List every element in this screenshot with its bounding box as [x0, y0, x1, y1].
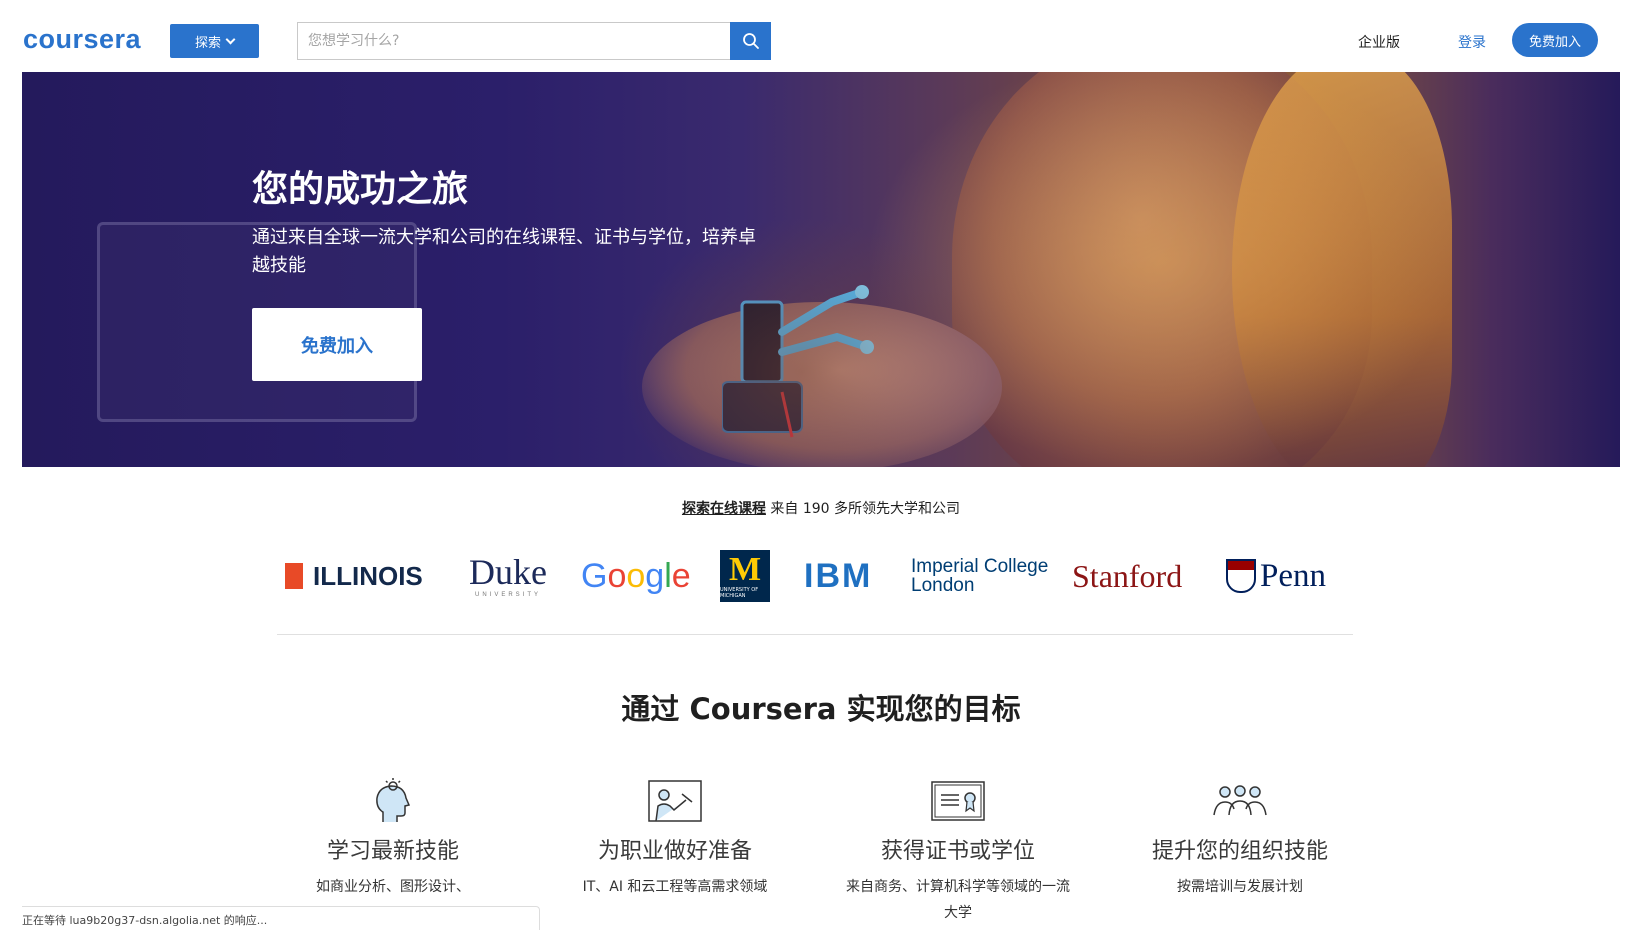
michigan-logo[interactable]: M UNIVERSITY OF MICHIGAN — [720, 548, 770, 604]
explore-courses-link[interactable]: 探索在线课程 — [682, 501, 766, 517]
search-input[interactable] — [297, 22, 730, 60]
ibm-logo[interactable]: IBM — [804, 548, 872, 604]
stanford-logo[interactable]: Stanford — [1072, 548, 1182, 604]
people-group-icon — [1213, 785, 1267, 816]
join-free-button[interactable]: 免费加入 — [1512, 23, 1598, 57]
hero-subtitle: 通过来自全球一流大学和公司的在线课程、证书与学位，培养卓越技能 — [252, 227, 756, 276]
whiteboard-presenter-icon — [648, 780, 702, 822]
goal-description: 如商业分析、图形设计、 — [316, 879, 470, 895]
google-logo[interactable]: Google — [581, 548, 691, 604]
goal-description: IT、AI 和云工程等高需求领域 — [582, 879, 768, 895]
goal-title: 为职业做好准备 — [597, 839, 752, 864]
duke-logo-text: Duke — [469, 552, 547, 592]
section-divider — [277, 634, 1353, 635]
hero-join-free-button[interactable]: 免费加入 — [252, 308, 422, 381]
illinois-block-i-icon — [285, 563, 303, 589]
goal-card-learn-skills[interactable]: 学习最新技能 如商业分析、图形设计、 — [278, 776, 508, 900]
viewport-bottom-edge — [0, 930, 1642, 942]
explore-label: 探索 — [194, 35, 221, 51]
goals-section-title: 通过 Coursera 实现您的目标 — [621, 692, 1021, 726]
search-bar — [297, 22, 771, 60]
explore-button[interactable]: 探索 — [170, 24, 259, 58]
top-navigation-bar: coursera 探索 企业版 登录 免费加入 — [0, 0, 1642, 72]
penn-logo-text: Penn — [1260, 557, 1326, 594]
goal-card-career-ready[interactable]: 为职业做好准备 IT、AI 和云工程等高需求领域 — [560, 776, 790, 900]
goal-card-organization[interactable]: 提升您的组织技能 按需培训与发展计划 — [1125, 776, 1355, 900]
michigan-logo-m: M — [728, 551, 762, 588]
goal-title: 获得证书或学位 — [880, 839, 1035, 864]
ibm-logo-text: IBM — [804, 556, 873, 595]
goal-card-certificate[interactable]: 获得证书或学位 来自商务、计算机科学等领域的一流大学 — [843, 776, 1073, 926]
hero-title: 您的成功之旅 — [252, 169, 469, 210]
hero-banner: 您的成功之旅 通过来自全球一流大学和公司的在线课程、证书与学位，培养卓越技能 免… — [22, 72, 1620, 467]
goal-description: 来自商务、计算机科学等领域的一流大学 — [846, 879, 1070, 921]
partner-logos: ILLINOIS Duke UNIVERSITY Google M UNIVER… — [285, 548, 1345, 604]
head-lightbulb-icon — [376, 778, 411, 822]
illinois-logo-text: ILLINOIS — [313, 560, 423, 591]
illinois-logo[interactable]: ILLINOIS — [285, 548, 423, 604]
login-link[interactable]: 登录 — [1458, 32, 1486, 52]
penn-shield-icon — [1226, 559, 1256, 593]
partners-caption: 探索在线课程 来自 190 多所领先大学和公司 — [0, 498, 1642, 518]
goal-title: 提升您的组织技能 — [1151, 839, 1328, 864]
partners-caption-text: 来自 190 多所领先大学和公司 — [765, 501, 961, 517]
browser-status-bar: 正在等待 lua9b20g37-dsn.algolia.net 的响应... — [22, 906, 540, 930]
imperial-logo-text: Imperial College London — [911, 557, 1048, 595]
michigan-logo-box: M UNIVERSITY OF MICHIGAN — [720, 550, 770, 602]
goal-description: 按需培训与发展计划 — [1177, 879, 1303, 895]
michigan-logo-subtext: UNIVERSITY OF MICHIGAN — [720, 587, 759, 599]
certificate-icon — [931, 781, 985, 821]
imperial-logo-line1: Imperial College — [911, 556, 1049, 577]
search-icon — [742, 33, 759, 49]
duke-logo-subtext: UNIVERSITY — [474, 592, 541, 598]
duke-logo[interactable]: Duke UNIVERSITY — [469, 548, 547, 604]
coursera-logo[interactable]: coursera — [23, 24, 141, 55]
imperial-college-logo[interactable]: Imperial College London — [911, 548, 1048, 604]
enterprise-link[interactable]: 企业版 — [1358, 32, 1400, 52]
stanford-logo-text: Stanford — [1072, 557, 1183, 594]
goal-title: 学习最新技能 — [326, 839, 459, 864]
penn-logo[interactable]: Penn — [1226, 548, 1326, 604]
google-logo-text: Google — [581, 556, 691, 595]
search-button[interactable] — [730, 22, 771, 60]
chevron-down-icon — [225, 34, 236, 44]
imperial-logo-line2: London — [911, 575, 975, 596]
